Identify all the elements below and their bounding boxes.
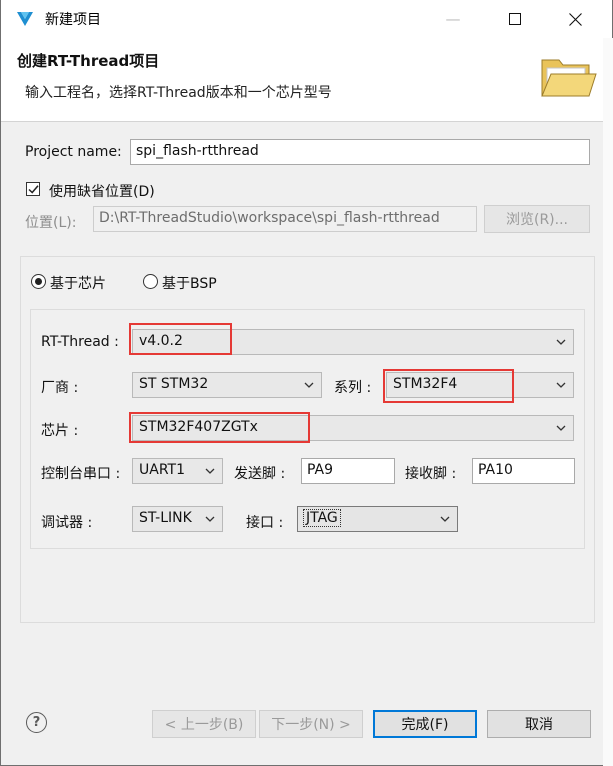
use-default-location-checkbox[interactable] (26, 182, 40, 196)
background-window-edge (603, 38, 613, 766)
rtthread-version-select[interactable]: v4.0.2 (132, 329, 574, 355)
rx-pin-label: 接收脚 : (405, 466, 457, 482)
checkmark-icon (28, 185, 39, 194)
interface-value: JTAG (303, 509, 341, 527)
new-project-dialog: 新建项目 — 创建RT-Thread项目 输入工程名，选择RT-Thread版本… (0, 0, 613, 766)
rt-thread-studio-icon (17, 12, 33, 26)
chevron-down-icon (205, 468, 215, 474)
rtthread-version-value: v4.0.2 (139, 333, 183, 349)
location-label: 位置(L): (25, 215, 77, 231)
debugger-select[interactable]: ST-LINK (132, 506, 223, 532)
help-icon: ? (32, 715, 41, 730)
console-uart-value: UART1 (139, 462, 185, 478)
title-bar[interactable]: 新建项目 — (1, 0, 612, 38)
folder-icon (541, 59, 597, 97)
cancel-button[interactable]: 取消 (487, 710, 591, 738)
use-default-location-label[interactable]: 使用缺省位置(D) (49, 181, 155, 201)
radio-selected-dot (35, 278, 42, 285)
debugger-value: ST-LINK (139, 510, 192, 526)
minimize-icon: — (445, 10, 461, 28)
project-name-label: Project name: (25, 144, 122, 160)
chip-value: STM32F407ZGTx (139, 419, 258, 435)
radio-chip-based[interactable] (31, 274, 46, 289)
help-button[interactable]: ? (26, 712, 47, 733)
maximize-icon (509, 13, 521, 25)
interface-select[interactable]: JTAG (297, 506, 458, 532)
finish-button[interactable]: 完成(F) (373, 710, 477, 738)
minimize-button[interactable]: — (430, 0, 476, 38)
chip-label: 芯片 : (41, 423, 79, 439)
chevron-down-icon (556, 425, 566, 431)
vendor-value: ST STM32 (139, 376, 209, 392)
tx-pin-label: 发送脚 : (234, 466, 286, 482)
chip-select[interactable]: STM32F407ZGTx (132, 415, 574, 441)
radio-bsp-based-label[interactable]: 基于BSP (162, 273, 217, 293)
series-label: 系列 : (334, 380, 372, 396)
maximize-button[interactable] (492, 0, 538, 38)
console-uart-label: 控制台串口 : (41, 466, 121, 482)
chevron-down-icon (556, 339, 566, 345)
vendor-label: 厂商 : (41, 380, 79, 396)
console-uart-select[interactable]: UART1 (132, 458, 223, 484)
next-button[interactable]: 下一步(N) > (259, 710, 363, 738)
wizard-title: 创建RT-Thread项目 (17, 52, 160, 70)
project-name-input[interactable]: spi_flash-rtthread (130, 139, 590, 165)
browse-button[interactable]: 浏览(R)... (484, 205, 590, 233)
radio-chip-based-label[interactable]: 基于芯片 (50, 273, 106, 293)
chevron-down-icon (556, 382, 566, 388)
back-button[interactable]: < 上一步(B) (152, 710, 256, 738)
radio-bsp-based[interactable] (143, 274, 158, 289)
rx-pin-input[interactable]: PA10 (472, 458, 575, 484)
interface-label: 接口 : (246, 515, 284, 531)
wizard-header: 创建RT-Thread项目 输入工程名，选择RT-Thread版本和一个芯片型号 (1, 38, 612, 122)
chevron-down-icon (440, 516, 450, 522)
chevron-down-icon (304, 382, 314, 388)
rtthread-version-label: RT-Thread : (41, 334, 119, 350)
tx-pin-input[interactable]: PA9 (301, 458, 395, 484)
series-select[interactable]: STM32F4 (386, 372, 574, 398)
window-title: 新建项目 (45, 12, 101, 28)
chevron-down-icon (205, 516, 215, 522)
debugger-label: 调试器 : (41, 515, 93, 531)
close-icon (568, 12, 582, 26)
vendor-select[interactable]: ST STM32 (132, 372, 322, 398)
wizard-description: 输入工程名，选择RT-Thread版本和一个芯片型号 (25, 85, 332, 101)
series-value: STM32F4 (393, 376, 458, 392)
close-button[interactable] (552, 0, 598, 38)
location-input[interactable]: D:\RT-ThreadStudio\workspace\spi_flash-r… (93, 206, 477, 232)
